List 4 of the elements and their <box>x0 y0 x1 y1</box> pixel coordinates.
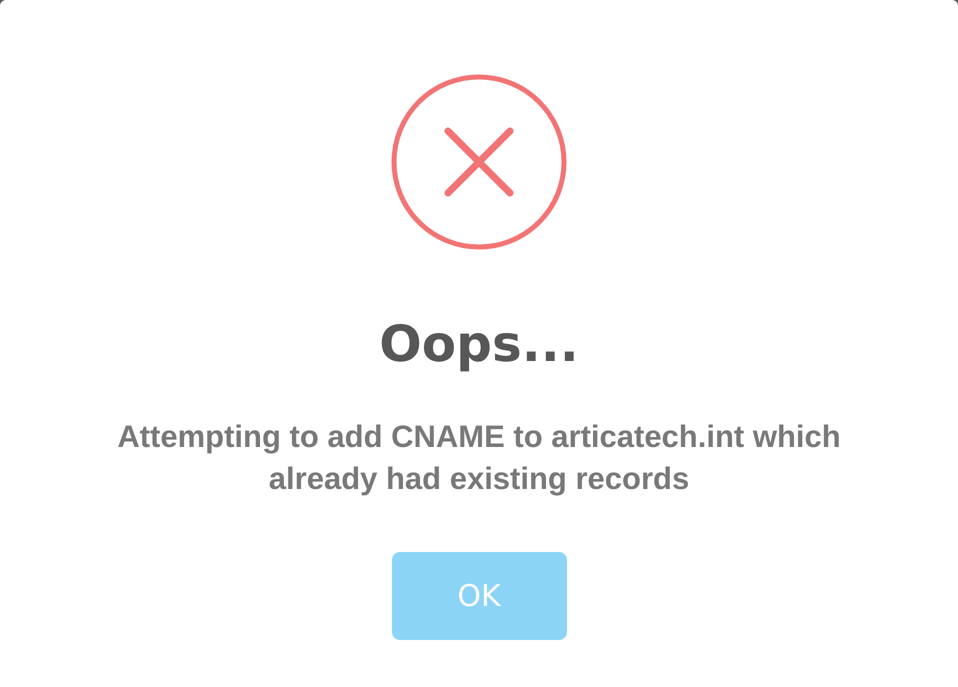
dialog-message: Attempting to add CNAME to articatech.int which already had existing records <box>116 418 842 498</box>
error-icon <box>391 74 567 250</box>
dialog-title: Oops... <box>379 314 579 374</box>
ok-button[interactable]: OK <box>392 552 566 640</box>
